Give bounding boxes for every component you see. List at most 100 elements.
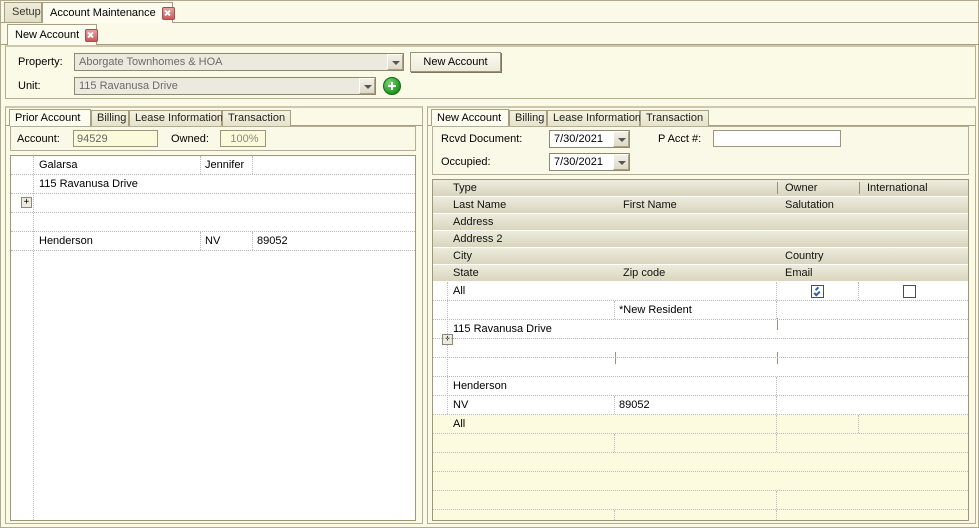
tab-transaction[interactable]: Transaction bbox=[222, 110, 291, 126]
cell-blank bbox=[449, 358, 966, 376]
table-row[interactable]: All bbox=[433, 415, 968, 434]
cell-state bbox=[449, 510, 615, 520]
cell-last-name: Galarsa bbox=[35, 156, 201, 174]
tab-new-account[interactable]: New Account bbox=[7, 24, 99, 45]
unit-dropdown[interactable]: 115 Ravanusa Drive bbox=[74, 77, 376, 95]
account-label: Account: bbox=[17, 133, 60, 145]
rcvd-document-datepicker[interactable]: 7/30/2021 bbox=[549, 130, 630, 148]
owned-value: 100% bbox=[230, 132, 259, 145]
close-icon[interactable] bbox=[85, 28, 99, 42]
tab-prior-account-label: Prior Account bbox=[15, 111, 81, 124]
table-row[interactable]: *New Resident bbox=[433, 301, 968, 320]
tab-new-account-detail[interactable]: New Account bbox=[431, 109, 509, 126]
table-row[interactable]: Galarsa Jennifer bbox=[11, 156, 415, 175]
tab-lease-information-label: Lease Information bbox=[135, 112, 224, 124]
tab-setup-label: Setup bbox=[12, 6, 41, 18]
header-owner: Owner bbox=[785, 182, 818, 194]
chevron-down-icon[interactable] bbox=[359, 78, 375, 94]
tab-lease-information[interactable]: Lease Information bbox=[129, 110, 224, 126]
account-field[interactable]: 94529 bbox=[73, 130, 158, 147]
grid-header-row: Last Name First Name Salutation bbox=[433, 197, 968, 228]
chevron-down-icon[interactable] bbox=[387, 54, 403, 70]
table-row[interactable] bbox=[433, 510, 968, 520]
table-row[interactable] bbox=[11, 194, 415, 213]
table-row[interactable]: 115 Ravanusa Drive bbox=[433, 320, 968, 339]
property-value: Aborgate Townhomes & HOA bbox=[79, 56, 223, 68]
p-acct-input[interactable] bbox=[713, 130, 841, 147]
new-account-grid[interactable]: Type Owner International Last Name First… bbox=[432, 179, 969, 521]
header-zip-code: Zip code bbox=[623, 267, 666, 279]
cell-salutation bbox=[777, 301, 966, 319]
table-row[interactable]: 115 Ravanusa Drive bbox=[11, 175, 415, 194]
table-row[interactable]: Henderson NV 89052 bbox=[11, 232, 415, 251]
chevron-down-icon[interactable] bbox=[613, 154, 629, 170]
owner-checkbox[interactable] bbox=[811, 285, 824, 298]
grid-header-row: State Zip code Email bbox=[433, 265, 968, 364]
tab-billing-right-label: Billing bbox=[515, 112, 545, 124]
prior-account-grid[interactable]: + Galarsa Jennifer 115 Ravanusa Drive He… bbox=[10, 155, 416, 521]
unit-label: Unit: bbox=[18, 80, 41, 92]
header-address2: Address 2 bbox=[453, 233, 503, 245]
p-acct-label: P Acct #: bbox=[658, 133, 702, 145]
tab-billing[interactable]: Billing bbox=[91, 110, 129, 126]
property-dropdown[interactable]: Aborgate Townhomes & HOA bbox=[74, 53, 404, 71]
table-row[interactable]: NV 89052 bbox=[433, 396, 968, 415]
tab-account-maintenance[interactable]: Account Maintenance bbox=[42, 2, 175, 23]
tab-transaction-label: Transaction bbox=[228, 112, 286, 124]
main-tab-strip: Setup Account Maintenance bbox=[1, 1, 979, 23]
cell-city: Henderson bbox=[35, 232, 201, 250]
occupied-value: 7/30/2021 bbox=[554, 156, 603, 168]
chevron-down-icon[interactable] bbox=[613, 131, 629, 147]
tab-new-account-detail-label: New Account bbox=[437, 111, 502, 124]
header-type: Type bbox=[453, 182, 477, 194]
new-account-button[interactable]: New Account bbox=[410, 52, 501, 72]
occupied-datepicker[interactable]: 7/30/2021 bbox=[549, 153, 630, 171]
grid-header-row: Type Owner International bbox=[433, 180, 968, 197]
cell-extra bbox=[253, 156, 415, 174]
table-row[interactable] bbox=[433, 453, 968, 472]
cell-salutation bbox=[777, 434, 966, 452]
add-unit-icon[interactable] bbox=[383, 77, 401, 95]
table-row[interactable] bbox=[433, 434, 968, 453]
table-row[interactable] bbox=[433, 491, 968, 510]
table-row[interactable]: Henderson bbox=[433, 377, 968, 396]
sub-tab-strip: New Account bbox=[1, 23, 979, 45]
close-icon[interactable] bbox=[161, 6, 175, 20]
cell-first-name bbox=[615, 434, 777, 452]
cell-last-name bbox=[449, 301, 615, 319]
cell-country bbox=[777, 491, 966, 509]
occupied-label: Occupied: bbox=[441, 156, 491, 168]
cell-city: Henderson bbox=[449, 377, 777, 395]
table-row[interactable] bbox=[433, 472, 968, 491]
header-state: State bbox=[453, 267, 479, 279]
cell-address bbox=[449, 453, 966, 471]
owned-field[interactable]: 100% bbox=[220, 130, 266, 147]
international-checkbox[interactable] bbox=[903, 285, 916, 298]
rcvd-document-label: Rcvd Document: bbox=[441, 133, 523, 145]
cell-address2 bbox=[35, 194, 415, 212]
cell-zip-code bbox=[615, 510, 777, 520]
cell-address: 115 Ravanusa Drive bbox=[39, 178, 138, 190]
table-row[interactable] bbox=[433, 358, 968, 377]
table-row[interactable] bbox=[11, 213, 415, 232]
header-last-name: Last Name bbox=[453, 199, 507, 211]
table-row[interactable] bbox=[433, 339, 968, 358]
tab-setup[interactable]: Setup bbox=[4, 2, 42, 22]
table-row[interactable]: All bbox=[433, 282, 968, 301]
cell-city-blank bbox=[35, 213, 415, 231]
header-city: City bbox=[453, 250, 472, 262]
tab-lease-information-right[interactable]: Lease Information bbox=[547, 110, 641, 126]
unit-value: 115 Ravanusa Drive bbox=[79, 80, 178, 92]
cell-state: NV bbox=[449, 396, 615, 414]
cell-type: All bbox=[449, 282, 777, 300]
header-address: Address bbox=[453, 216, 494, 228]
cell-city bbox=[449, 491, 777, 509]
tab-new-account-label: New Account bbox=[15, 28, 80, 41]
cell-address2 bbox=[449, 339, 966, 357]
account-value: 94529 bbox=[77, 132, 108, 145]
tab-transaction-right[interactable]: Transaction bbox=[640, 110, 709, 126]
header-email: Email bbox=[785, 267, 813, 279]
cell-address2 bbox=[449, 472, 966, 490]
tab-prior-account[interactable]: Prior Account bbox=[9, 109, 91, 126]
tab-billing-right[interactable]: Billing bbox=[509, 110, 547, 126]
